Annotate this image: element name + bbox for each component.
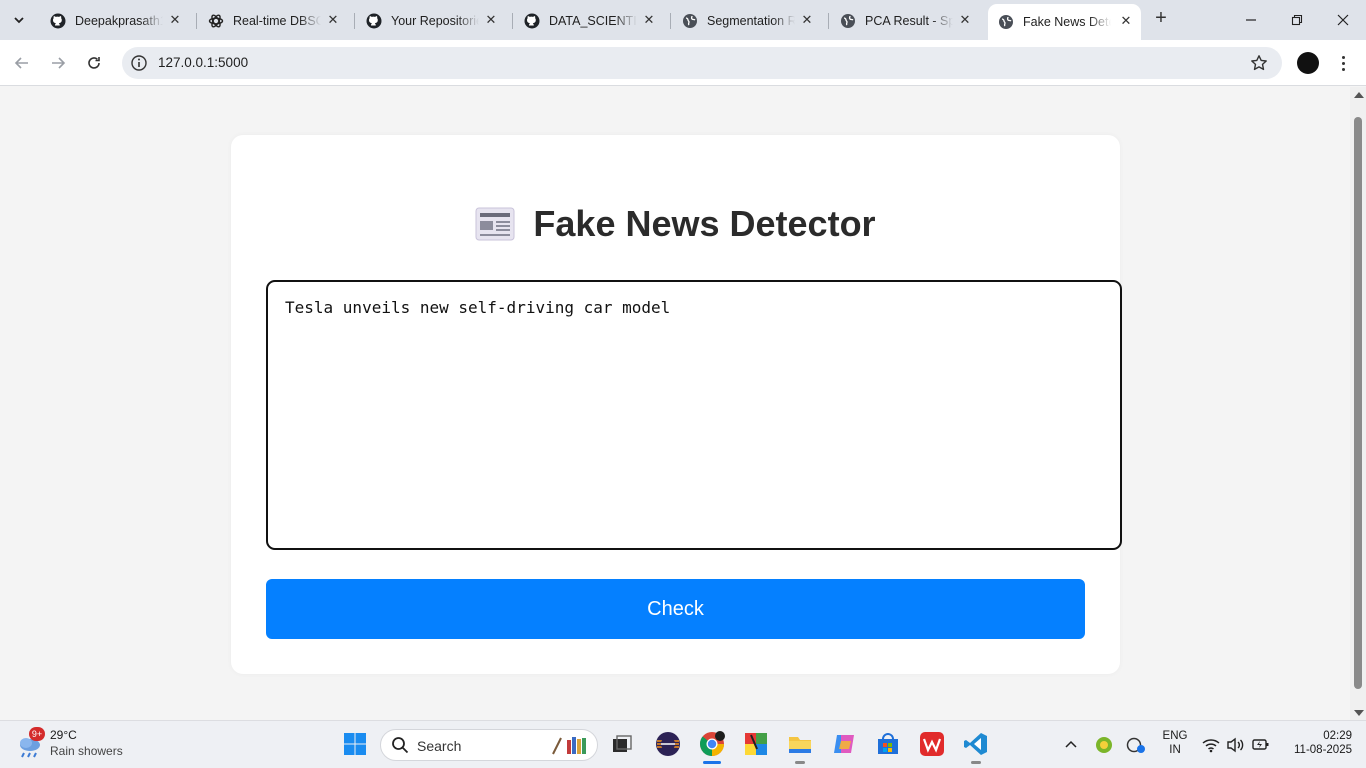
task-view-icon[interactable] [609, 731, 635, 757]
vscode-icon[interactable] [963, 731, 989, 757]
tab-separator [354, 13, 355, 29]
windows-taskbar: 9+ 29°C Rain showers Search ENG IN 02:29… [0, 720, 1366, 768]
browser-toolbar: 127.0.0.1:5000 [0, 40, 1366, 86]
page-title: Fake News Detector [533, 203, 876, 244]
bookmark-star-icon[interactable] [1250, 54, 1268, 72]
tab-separator [196, 13, 197, 29]
close-tab-icon[interactable]: ✕ [326, 13, 340, 27]
notification-badge: 9+ [29, 727, 45, 741]
language-indicator[interactable]: ENG IN [1158, 721, 1192, 768]
tab-title: PCA Result - Spo [865, 13, 953, 28]
detector-card: Fake News Detector Tesla unveils new sel… [231, 135, 1122, 674]
reload-button[interactable] [82, 51, 106, 75]
clock-date: 11-08-2025 [1294, 744, 1352, 756]
app-open-indicator [795, 761, 805, 764]
windows-start-icon[interactable] [342, 731, 368, 757]
forward-button[interactable] [46, 51, 70, 75]
close-tab-icon[interactable]: ✕ [642, 13, 656, 27]
search-icon [392, 737, 409, 754]
close-tab-icon[interactable]: ✕ [1119, 14, 1133, 28]
scrollbar-thumb[interactable] [1354, 117, 1362, 689]
tab-your-repositories[interactable]: Your Repositories ✕ [356, 5, 506, 36]
tab-segmentation[interactable]: Segmentation Re ✕ [672, 5, 822, 36]
back-button[interactable] [10, 51, 34, 75]
minimize-button[interactable] [1228, 0, 1274, 40]
minimize-icon [1246, 19, 1256, 21]
page-scrollbar[interactable] [1350, 87, 1366, 720]
github-icon [366, 13, 382, 29]
globe-icon [840, 13, 856, 29]
scroll-down-arrow-icon[interactable] [1354, 710, 1364, 716]
newspaper-icon [475, 207, 515, 241]
news-text-input[interactable]: Tesla unveils new self-driving car model [266, 280, 1122, 550]
info-icon[interactable] [130, 54, 148, 72]
new-tab-button[interactable]: + [1150, 8, 1172, 30]
globe-icon [998, 14, 1014, 30]
system-clock[interactable]: 02:29 11-08-2025 [1282, 721, 1352, 768]
tab-title: Fake News Dete [1023, 15, 1111, 29]
page-heading: Fake News Detector [231, 203, 1120, 245]
language-line2: IN [1169, 744, 1181, 756]
chrome-icon[interactable] [699, 731, 725, 757]
tab-title: Real-time DBSCAN [233, 13, 321, 28]
github-icon [524, 13, 540, 29]
close-tab-icon[interactable]: ✕ [484, 13, 498, 27]
openai-icon [208, 13, 224, 29]
tab-title: Your Repositories [391, 13, 479, 28]
weather-widget[interactable]: 9+ 29°C Rain showers [16, 727, 136, 763]
taskbar-search[interactable]: Search [380, 729, 598, 761]
clock-time: 02:29 [1323, 730, 1352, 742]
reload-icon [88, 57, 100, 69]
active-app-indicator [703, 761, 721, 764]
search-label: Search [417, 738, 462, 754]
close-tab-icon[interactable]: ✕ [958, 13, 972, 27]
file-explorer-icon[interactable] [787, 731, 813, 757]
address-bar[interactable]: 127.0.0.1:5000 [122, 47, 1282, 79]
tab-title: DATA_SCIENTIST [549, 13, 637, 28]
check-button[interactable]: Check [266, 579, 1085, 639]
close-tab-icon[interactable]: ✕ [168, 13, 182, 27]
copilot-icon[interactable] [831, 731, 857, 757]
tab-separator [512, 13, 513, 29]
url-text[interactable]: 127.0.0.1:5000 [158, 55, 248, 70]
menu-kebab-icon[interactable] [1334, 52, 1352, 74]
chevron-up-icon [1065, 740, 1077, 748]
paint-app-icon[interactable] [743, 731, 769, 757]
books-icon [552, 737, 586, 755]
arrow-left-icon [14, 57, 28, 69]
tab-title: Segmentation Re [707, 13, 795, 28]
wps-office-icon[interactable] [919, 731, 945, 757]
arrow-right-icon [52, 57, 66, 69]
github-icon [50, 13, 66, 29]
tab-separator [828, 13, 829, 29]
close-icon [1337, 14, 1349, 26]
language-line1: ENG [1162, 730, 1188, 742]
scroll-up-arrow-icon[interactable] [1354, 92, 1364, 98]
tab-real-time-dbscan[interactable]: Real-time DBSCAN ✕ [198, 5, 348, 36]
tab-fake-news-detector[interactable]: Fake News Dete ✕ [988, 4, 1141, 40]
eclipse-icon[interactable] [655, 731, 681, 757]
app-open-indicator [971, 761, 981, 764]
close-tab-icon[interactable]: ✕ [800, 13, 814, 27]
tab-search-button[interactable] [6, 7, 32, 33]
tab-title: Deepakprasath1 [75, 13, 163, 28]
restore-icon [1291, 14, 1303, 26]
globe-icon [682, 13, 698, 29]
close-window-button[interactable] [1320, 0, 1366, 40]
tab-strip: Deepakprasath1 ✕ Real-time DBSCAN ✕ Your… [0, 0, 1366, 40]
page-viewport: Fake News Detector Tesla unveils new sel… [0, 87, 1350, 720]
tab-data-scientist[interactable]: DATA_SCIENTIST ✕ [514, 5, 664, 36]
tab-separator [670, 13, 671, 29]
weather-temperature: 29°C [50, 728, 77, 742]
restore-button[interactable] [1274, 0, 1320, 40]
weather-condition: Rain showers [50, 744, 123, 758]
tab-pca-result[interactable]: PCA Result - Spo ✕ [830, 5, 980, 36]
chevron-down-icon [14, 17, 24, 24]
tab-deepakprasath[interactable]: Deepakprasath1 ✕ [40, 5, 190, 36]
profile-avatar[interactable] [1297, 52, 1319, 74]
microsoft-store-icon[interactable] [875, 731, 901, 757]
